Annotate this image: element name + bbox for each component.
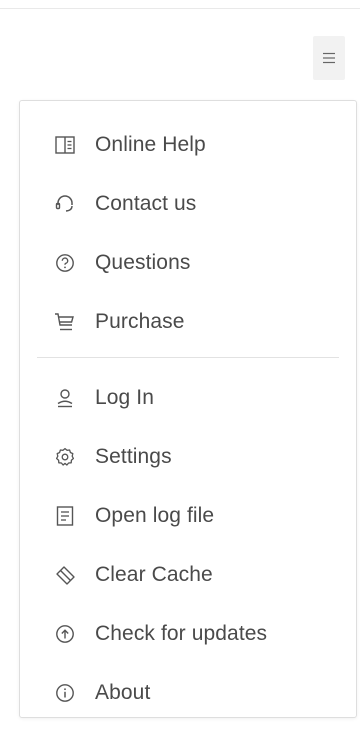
menu-item-open-log-file[interactable]: Open log file (20, 486, 356, 545)
document-icon (54, 505, 76, 527)
eraser-icon (54, 564, 76, 586)
hamburger-icon (322, 52, 336, 64)
cart-icon (54, 311, 76, 333)
dropdown-menu: Online Help Contact us Questions Purchas… (19, 100, 357, 718)
menu-item-label: Log In (95, 385, 154, 409)
arrow-up-circle-icon (54, 623, 76, 645)
menu-divider (37, 357, 339, 358)
menu-item-contact-us[interactable]: Contact us (20, 174, 356, 233)
top-divider (0, 8, 360, 9)
menu-item-purchase[interactable]: Purchase (20, 292, 356, 351)
headset-icon (54, 193, 76, 215)
menu-item-label: Check for updates (95, 621, 268, 645)
menu-toggle-button[interactable] (313, 36, 345, 80)
question-circle-icon (54, 252, 76, 274)
menu-item-check-for-updates[interactable]: Check for updates (20, 604, 356, 663)
menu-item-label: Questions (95, 250, 191, 274)
info-circle-icon (54, 682, 76, 704)
book-icon (54, 134, 76, 156)
menu-item-label: Contact us (95, 191, 197, 215)
menu-item-label: Settings (95, 444, 172, 468)
menu-item-settings[interactable]: Settings (20, 427, 356, 486)
menu-item-questions[interactable]: Questions (20, 233, 356, 292)
menu-item-label: Online Help (95, 132, 206, 156)
gear-icon (54, 446, 76, 468)
menu-item-clear-cache[interactable]: Clear Cache (20, 545, 356, 604)
menu-item-about[interactable]: About (20, 663, 356, 722)
user-icon (54, 387, 76, 409)
menu-section-help: Online Help Contact us Questions Purchas… (20, 101, 356, 351)
menu-item-label: Purchase (95, 309, 185, 333)
menu-item-label: Open log file (95, 503, 215, 527)
menu-item-log-in[interactable]: Log In (20, 368, 356, 427)
menu-item-label: Clear Cache (95, 562, 213, 586)
menu-item-online-help[interactable]: Online Help (20, 115, 356, 174)
menu-item-label: About (95, 680, 151, 704)
menu-section-app: Log In Settings Open log file Clear Cach… (20, 368, 356, 722)
